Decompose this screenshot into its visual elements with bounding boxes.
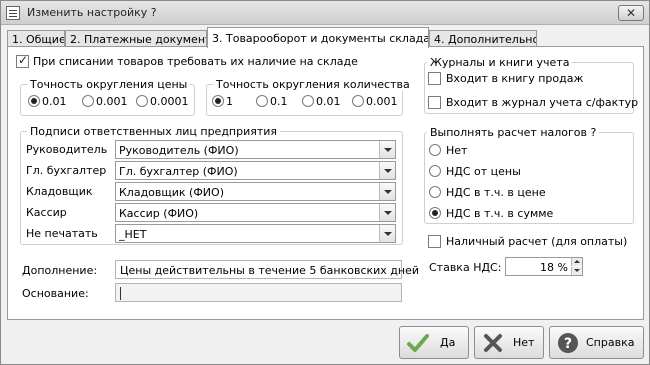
chevron-down-icon[interactable]: [379, 225, 395, 242]
addition-field[interactable]: Цены действительны в течение 5 банковски…: [115, 260, 419, 279]
cash-calc-label: Наличный расчет (для оплаты): [446, 235, 628, 248]
vat-rate-label: Ставка НДС:: [429, 261, 502, 274]
chevron-down-icon[interactable]: [571, 267, 582, 275]
sales-book-checkbox[interactable]: [428, 72, 441, 85]
invoice-journal-checkbox[interactable]: [428, 96, 441, 109]
chevron-down-icon[interactable]: [379, 204, 395, 221]
vat-rate-value: 18 %: [540, 261, 568, 274]
qty-rounding-radio-1[interactable]: [212, 95, 224, 107]
chevron-up-icon[interactable]: [571, 258, 582, 266]
cashier-value: Кассир (ФИО): [119, 207, 199, 220]
basis-label: Основание:: [22, 287, 89, 300]
qty-rounding-label: 0.01: [316, 95, 341, 108]
price-rounding-radio-0.01[interactable]: [28, 95, 40, 107]
settings-dialog: Изменить настройку ? ✕ 1. Общие 2. Плате…: [0, 0, 650, 365]
taxes-title: Выполнять расчет налогов ?: [427, 126, 600, 139]
basis-field[interactable]: [115, 283, 402, 302]
noprint-combo[interactable]: _НЕТ: [115, 224, 396, 243]
storekeeper-value: Кладовщик (ФИО): [119, 186, 224, 199]
addition-label: Дополнение:: [22, 264, 98, 277]
write-off-checkbox[interactable]: [16, 53, 29, 68]
storekeeper-combo[interactable]: Кладовщик (ФИО): [115, 182, 396, 201]
ok-button[interactable]: Да: [399, 326, 469, 359]
tax-option-label: НДС в т.ч. в цене: [446, 186, 546, 199]
chevron-down-icon[interactable]: [379, 162, 395, 179]
qty-rounding-radio-0.1[interactable]: [256, 95, 268, 107]
qty-rounding-label: 1: [226, 95, 233, 108]
tax-option-label: НДС от цены: [446, 165, 521, 178]
signature-label-storekeeper: Кладовщик: [26, 185, 93, 198]
price-rounding-label: 0.0001: [150, 95, 189, 108]
price-rounding-label: 0.01: [42, 95, 67, 108]
signature-label-noprint: Не печатать: [26, 227, 98, 240]
chevron-down-icon[interactable]: [379, 141, 395, 158]
signature-label-accountant: Гл. бухгалтер: [26, 164, 107, 177]
help-label: Справка: [586, 336, 635, 349]
director-value: Руководитель (ФИО): [119, 144, 239, 157]
help-icon: ?: [558, 333, 578, 353]
tax-radio-vat-from-price[interactable]: [429, 165, 441, 177]
vat-rate-stepper[interactable]: 18 %: [505, 257, 583, 276]
price-rounding-radio-0.001[interactable]: [82, 95, 94, 107]
price-rounding-title: Точность округления цены: [27, 78, 191, 91]
price-rounding-radio-0.0001[interactable]: [136, 95, 148, 107]
basis-value: [120, 287, 121, 300]
accountant-combo[interactable]: Гл. бухгалтер (ФИО): [115, 161, 396, 180]
signatures-title: Подписи ответственных лиц предприятия: [27, 125, 281, 138]
write-off-label: При списании товаров требовать их наличи…: [33, 55, 358, 68]
tax-radio-none[interactable]: [429, 144, 441, 156]
sales-book-label: Входит в книгу продаж: [446, 72, 584, 85]
journals-title: Журналы и книги учета: [427, 56, 573, 69]
qty-rounding-radio-0.01[interactable]: [302, 95, 314, 107]
app-icon: [6, 6, 20, 20]
chevron-down-icon[interactable]: [379, 183, 395, 200]
addition-value: Цены действительны в течение 5 банковски…: [120, 264, 420, 277]
tax-option-label: НДС в т.ч. в сумме: [446, 207, 554, 220]
noprint-value: _НЕТ: [119, 228, 147, 241]
qty-rounding-label: 0.1: [270, 95, 288, 108]
tax-radio-vat-in-sum[interactable]: [429, 207, 441, 219]
price-rounding-label: 0.001: [96, 95, 128, 108]
ok-label: Да: [440, 336, 456, 349]
cashier-combo[interactable]: Кассир (ФИО): [115, 203, 396, 222]
qty-rounding-radio-0.001[interactable]: [352, 95, 364, 107]
qty-rounding-label: 0.001: [366, 95, 398, 108]
cross-icon: [484, 334, 502, 352]
accountant-value: Гл. бухгалтер (ФИО): [119, 165, 238, 178]
title-bar[interactable]: Изменить настройку ? ✕: [1, 1, 649, 25]
window-title: Изменить настройку ?: [27, 6, 157, 19]
signature-label-cashier: Кассир: [26, 206, 67, 219]
close-button[interactable]: ✕: [618, 5, 644, 21]
qty-rounding-title: Точность округления количества: [213, 78, 413, 91]
invoice-journal-label: Входит в журнал учета с/фактур: [446, 96, 639, 109]
cancel-button[interactable]: Нет: [474, 326, 544, 359]
svg-text:?: ?: [564, 336, 572, 352]
tax-radio-vat-in-price[interactable]: [429, 186, 441, 198]
cancel-label: Нет: [513, 336, 535, 349]
tab-panel: При списании товаров требовать их наличи…: [7, 46, 644, 320]
check-icon: [407, 334, 429, 352]
signature-label-director: Руководитель: [26, 143, 108, 156]
director-combo[interactable]: Руководитель (ФИО): [115, 140, 396, 159]
help-button[interactable]: ? Справка: [549, 326, 644, 359]
cash-calc-checkbox[interactable]: [428, 235, 441, 248]
tax-option-label: Нет: [446, 144, 468, 157]
tab-turnover-docs[interactable]: 3. Товарооборот и документы склада: [207, 27, 429, 48]
tab-strip: 1. Общие 2. Платежные документы 3. Товар…: [7, 27, 647, 48]
